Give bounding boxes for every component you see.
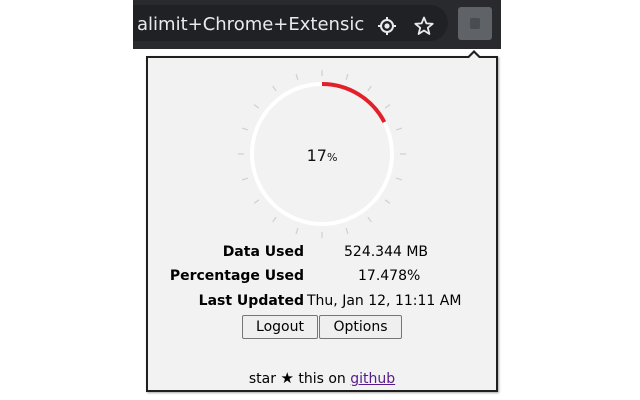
bookmark-star-icon[interactable] <box>414 16 434 36</box>
percentage-used-value: 17.478% <box>358 268 421 284</box>
gauge-tick <box>253 199 260 204</box>
gauge-tick <box>295 73 299 81</box>
gauge-tick <box>345 73 349 81</box>
gauge-tick <box>395 127 403 131</box>
gauge-percent-readout: 17% <box>284 145 360 167</box>
data-used-value: 524.344 MB <box>344 244 429 260</box>
github-link[interactable]: github <box>350 371 395 387</box>
last-updated-label: Last Updated <box>198 293 304 309</box>
gauge-tick <box>367 216 372 223</box>
options-button[interactable]: Options <box>319 315 402 339</box>
gauge-tick <box>345 227 349 235</box>
extension-popup: 17% Data Used 524.344 MB Percentage Used… <box>146 56 498 392</box>
percentage-used-label: Percentage Used <box>169 268 304 284</box>
gauge-tick <box>272 85 277 92</box>
gauge-tick <box>395 177 403 181</box>
footer-star-prefix: star <box>248 371 276 387</box>
last-updated-value: Thu, Jan 12, 11:11 AM <box>307 293 462 309</box>
screenshot-stage: alimit+Chrome+Extensic 17% Data Used 524… <box>0 0 640 400</box>
gauge-tick <box>295 227 299 235</box>
gauge-tick <box>384 104 391 109</box>
footer-middle-text: this on <box>298 371 346 387</box>
omnibox[interactable]: alimit+Chrome+Extensic <box>133 5 448 41</box>
gauge-tick <box>384 199 391 204</box>
gauge-percent-unit: % <box>326 151 338 164</box>
star-icon: ★ <box>280 369 294 387</box>
gauge-tick <box>253 104 260 109</box>
gauge-tick <box>241 177 249 181</box>
popup-arrow-fill <box>469 53 479 58</box>
omnibox-url-text[interactable]: alimit+Chrome+Extensic <box>137 14 373 36</box>
gauge-tick <box>241 127 249 131</box>
github-star-footer: star ★ this on github <box>148 369 496 388</box>
gauge-tick <box>272 216 277 223</box>
browser-toolbar: alimit+Chrome+Extensic <box>133 0 501 49</box>
gauge-percent-value: 17 <box>306 146 327 165</box>
location-target-icon[interactable] <box>377 16 397 36</box>
logout-button[interactable]: Logout <box>242 315 318 339</box>
extension-action-button[interactable] <box>458 7 492 40</box>
gauge-progress-arc <box>321 82 387 124</box>
gauge-tick <box>367 85 372 92</box>
data-used-label: Data Used <box>222 244 304 260</box>
